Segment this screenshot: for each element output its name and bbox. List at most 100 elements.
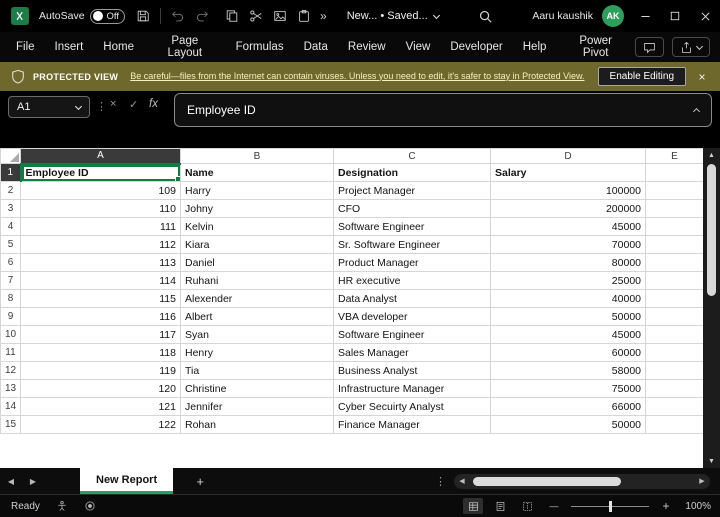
cell-D14[interactable]: 66000 (491, 398, 646, 416)
cell-D13[interactable]: 75000 (491, 380, 646, 398)
avatar[interactable]: AK (602, 5, 624, 27)
menu-help[interactable]: Help (513, 32, 557, 62)
column-header-A[interactable]: A (21, 149, 181, 164)
cell-C2[interactable]: Project Manager (334, 182, 491, 200)
page-layout-view-button[interactable] (490, 498, 510, 514)
insert-function-button[interactable]: fx (149, 98, 158, 110)
cell-B9[interactable]: Albert (181, 308, 334, 326)
zoom-slider-thumb[interactable] (609, 501, 612, 512)
cell-A2[interactable]: 109 (21, 182, 181, 200)
menu-view[interactable]: View (396, 32, 441, 62)
cell-A6[interactable]: 113 (21, 254, 181, 272)
cell-C15[interactable]: Finance Manager (334, 416, 491, 434)
scroll-up-icon[interactable]: ▲ (708, 148, 715, 162)
close-button[interactable] (690, 0, 720, 32)
cell-C4[interactable]: Software Engineer (334, 218, 491, 236)
row-header-2[interactable]: 2 (1, 182, 21, 200)
row-header-6[interactable]: 6 (1, 254, 21, 272)
minimize-button[interactable] (630, 0, 660, 32)
cell-B7[interactable]: Ruhani (181, 272, 334, 290)
sheet-nav-left-button[interactable]: ◀ (0, 468, 22, 494)
cell-D7[interactable]: 25000 (491, 272, 646, 290)
paste-button[interactable] (292, 0, 316, 32)
row-header-14[interactable]: 14 (1, 398, 21, 416)
cell-B15[interactable]: Rohan (181, 416, 334, 434)
sheet-nav-right-button[interactable]: ▶ (22, 468, 44, 494)
save-button[interactable] (131, 0, 155, 32)
share-button[interactable] (672, 37, 710, 57)
formula-input[interactable]: Employee ID (174, 93, 712, 127)
scroll-down-icon[interactable]: ▼ (708, 454, 715, 468)
row-header-13[interactable]: 13 (1, 380, 21, 398)
cell-B10[interactable]: Syan (181, 326, 334, 344)
cell-E12[interactable] (646, 362, 704, 380)
cell-C5[interactable]: Sr. Software Engineer (334, 236, 491, 254)
normal-view-button[interactable] (463, 498, 483, 514)
cell-A1[interactable]: Employee ID (21, 164, 181, 182)
cancel-entry-button[interactable]: × (110, 98, 116, 110)
enter-entry-button[interactable]: ✓ (129, 98, 138, 111)
cell-B13[interactable]: Christine (181, 380, 334, 398)
enable-editing-button[interactable]: Enable Editing (598, 67, 687, 86)
cell-B14[interactable]: Jennifer (181, 398, 334, 416)
cell-D6[interactable]: 80000 (491, 254, 646, 272)
cell-C8[interactable]: Data Analyst (334, 290, 491, 308)
cell-D11[interactable]: 60000 (491, 344, 646, 362)
vertical-scroll-thumb[interactable] (707, 164, 716, 296)
scroll-right-icon[interactable]: ▶ (697, 477, 707, 485)
cell-B4[interactable]: Kelvin (181, 218, 334, 236)
cell-D9[interactable]: 50000 (491, 308, 646, 326)
maximize-button[interactable] (660, 0, 690, 32)
menu-file[interactable]: File (6, 32, 45, 62)
cell-E11[interactable] (646, 344, 704, 362)
cell-D2[interactable]: 100000 (491, 182, 646, 200)
cell-A5[interactable]: 112 (21, 236, 181, 254)
cell-A12[interactable]: 119 (21, 362, 181, 380)
menu-home[interactable]: Home (93, 32, 144, 62)
vertical-scrollbar[interactable]: ▲ ▼ (703, 148, 720, 468)
document-title[interactable]: New... • Saved... (347, 10, 439, 22)
cell-A8[interactable]: 115 (21, 290, 181, 308)
column-header-D[interactable]: D (491, 149, 646, 164)
cell-C14[interactable]: Cyber Secuirty Analyst (334, 398, 491, 416)
cell-E2[interactable] (646, 182, 704, 200)
cell-E1[interactable] (646, 164, 704, 182)
cell-A10[interactable]: 117 (21, 326, 181, 344)
cell-E10[interactable] (646, 326, 704, 344)
search-button[interactable] (473, 0, 498, 32)
row-header-8[interactable]: 8 (1, 290, 21, 308)
cell-C9[interactable]: VBA developer (334, 308, 491, 326)
cell-B8[interactable]: Alexender (181, 290, 334, 308)
zoom-slider[interactable] (571, 506, 649, 507)
cell-E8[interactable] (646, 290, 704, 308)
cell-D4[interactable]: 45000 (491, 218, 646, 236)
menu-page-layout[interactable]: Page Layout (144, 32, 226, 62)
cell-A3[interactable]: 110 (21, 200, 181, 218)
cell-D10[interactable]: 45000 (491, 326, 646, 344)
banner-close-button[interactable]: × (690, 70, 714, 84)
select-all-button[interactable] (1, 149, 21, 164)
cell-D12[interactable]: 58000 (491, 362, 646, 380)
cell-A14[interactable]: 121 (21, 398, 181, 416)
add-sheet-button[interactable]: + (187, 474, 213, 489)
cell-C6[interactable]: Product Manager (334, 254, 491, 272)
cell-E3[interactable] (646, 200, 704, 218)
cell-B2[interactable]: Harry (181, 182, 334, 200)
row-header-5[interactable]: 5 (1, 236, 21, 254)
horizontal-scrollbar[interactable]: ◀ ▶ (454, 474, 710, 489)
column-header-B[interactable]: B (181, 149, 334, 164)
cell-B3[interactable]: Johny (181, 200, 334, 218)
more-commands-button[interactable]: » (316, 0, 331, 32)
column-header-E[interactable]: E (646, 149, 704, 164)
cell-C11[interactable]: Sales Manager (334, 344, 491, 362)
cell-A13[interactable]: 120 (21, 380, 181, 398)
cell-C1[interactable]: Designation (334, 164, 491, 182)
column-header-C[interactable]: C (334, 149, 491, 164)
zoom-level[interactable]: 100% (683, 501, 711, 512)
row-header-15[interactable]: 15 (1, 416, 21, 434)
cell-B5[interactable]: Kiara (181, 236, 334, 254)
menu-power-pivot[interactable]: Power Pivot (556, 32, 635, 62)
horizontal-scroll-thumb[interactable] (473, 477, 621, 486)
copy-button[interactable] (220, 0, 244, 32)
cut-button[interactable] (244, 0, 268, 32)
